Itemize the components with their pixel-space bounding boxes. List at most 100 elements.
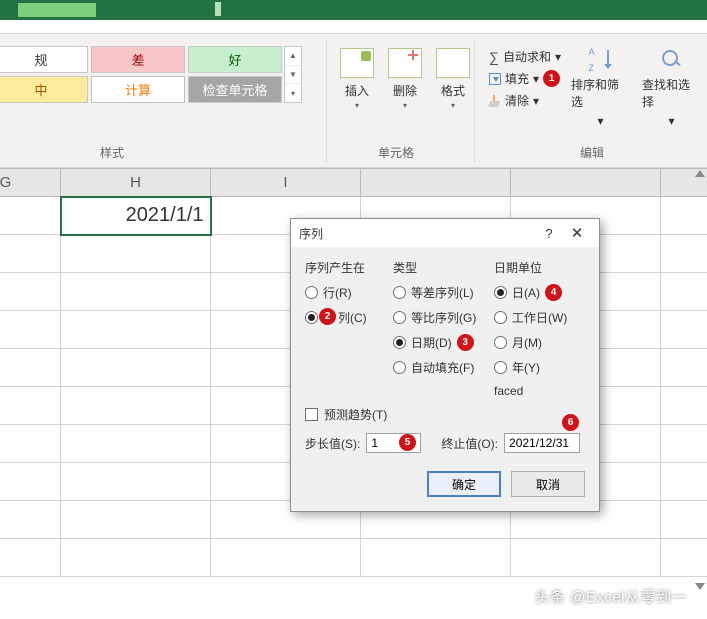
radio-icon — [393, 311, 406, 324]
ok-button[interactable]: 确定 — [427, 471, 501, 497]
radio-icon — [494, 361, 507, 374]
format-button[interactable]: 格式 ▾ — [432, 46, 474, 112]
clear-icon — [489, 95, 501, 107]
scroll-down-icon[interactable] — [695, 583, 705, 590]
radio-type-date[interactable]: 日期(D) 3 — [393, 334, 484, 351]
gallery-expand-icon[interactable]: ▾ — [285, 84, 301, 102]
style-normal[interactable]: 规 — [0, 46, 88, 73]
radio-label-month: 月(M) — [512, 334, 542, 351]
chevron-down-icon: ▾ — [451, 101, 455, 110]
style-good[interactable]: 好 — [188, 46, 282, 73]
gallery-down-icon[interactable]: ▼ — [285, 66, 301, 85]
col-header-blank1[interactable] — [361, 169, 511, 197]
fill-button[interactable]: 填充 ▾ 1 — [489, 70, 561, 87]
find-select-button[interactable]: 查找和选择 ▾ — [636, 46, 707, 130]
title-greenbox — [18, 3, 96, 17]
group-label-editing: 编辑 — [580, 144, 604, 161]
radio-dateunit-weekday[interactable]: 工作日(W) — [494, 309, 585, 326]
series-dialog: 序列 ? ✕ 序列产生在 行(R) 2 列(C) 类型 — [290, 218, 600, 512]
radio-label-day: 日(A) — [512, 284, 540, 301]
vertical-scrollbar[interactable] — [693, 170, 707, 590]
col-header-h[interactable]: H — [61, 169, 211, 197]
find-select-label: 查找和选择 — [642, 76, 701, 110]
radio-icon — [393, 286, 406, 299]
close-button[interactable]: ✕ — [563, 224, 591, 242]
style-checkcell[interactable]: 检查单元格 — [188, 76, 282, 103]
chevron-down-icon: ▾ — [668, 114, 674, 128]
radio-icon — [305, 286, 318, 299]
insert-label: 插入 — [345, 82, 369, 99]
radio-row-produce[interactable]: 行(R) — [305, 284, 383, 301]
radio-label-geo: 等比序列(G) — [411, 309, 476, 326]
col-header-g[interactable]: G — [0, 169, 61, 197]
scroll-up-icon[interactable] — [695, 170, 705, 177]
style-gallery[interactable]: 规 差 好 中 计算 检查单元格 — [0, 46, 282, 103]
dialog-titlebar[interactable]: 序列 ? ✕ — [291, 219, 599, 247]
title-midmark — [215, 2, 221, 16]
title-bar — [0, 0, 707, 20]
end-value-input[interactable] — [504, 433, 580, 453]
style-bad[interactable]: 差 — [91, 46, 185, 73]
annotation-badge-6: 6 — [562, 414, 579, 431]
delete-button[interactable]: 删除 ▾ — [384, 46, 426, 112]
radio-label-year: 年(Y) — [512, 359, 540, 376]
annotation-badge-2: 2 — [319, 308, 336, 325]
radio-dateunit-day[interactable]: 日(A) 4 — [494, 284, 585, 301]
editing-group: ∑ 自动求和 ▾ 填充 ▾ 1 清除 ▾ 排序和筛选 ▾ 查找和选择 — [485, 46, 707, 130]
insert-button[interactable]: 插入 ▾ — [336, 46, 378, 112]
radio-type-autofill[interactable]: 自动填充(F) — [393, 359, 484, 376]
dialog-title: 序列 — [299, 225, 323, 242]
trend-label: 预测趋势(T) — [324, 406, 387, 423]
chevron-down-icon: ▾ — [533, 94, 539, 108]
clear-label: 清除 — [505, 92, 529, 109]
radio-label-weekday: 工作日(W) — [512, 309, 567, 326]
radio-label-autofill: 自动填充(F) — [411, 359, 474, 376]
delete-label: 删除 — [393, 82, 417, 99]
format-label: 格式 — [441, 82, 465, 99]
radio-icon — [494, 311, 507, 324]
style-neutral[interactable]: 中 — [0, 76, 88, 103]
chevron-down-icon: ▾ — [355, 101, 359, 110]
ribbon: 规 差 好 中 计算 检查单元格 ▲ ▼ ▾ 样式 插入 ▾ 删除 ▾ 格式 ▾… — [0, 20, 707, 168]
group-label-cells: 单元格 — [378, 144, 414, 161]
radio-type-geo[interactable]: 等比序列(G) — [393, 309, 484, 326]
chevron-down-icon: ▾ — [533, 72, 539, 86]
annotation-badge-5: 5 — [399, 434, 416, 451]
sort-filter-button[interactable]: 排序和筛选 ▾ — [565, 46, 636, 130]
end-label: 终止值(O): — [441, 435, 498, 452]
clear-button[interactable]: 清除 ▾ — [489, 92, 561, 109]
sort-icon — [589, 48, 613, 72]
radio-label-row: 行(R) — [323, 284, 352, 301]
group-label-styles: 样式 — [100, 144, 124, 161]
produce-in-label: 序列产生在 — [305, 259, 383, 276]
insert-icon — [340, 48, 374, 78]
autosum-label: 自动求和 — [503, 48, 551, 65]
radio-label-col: 列(C) — [338, 309, 367, 326]
radio-type-arith[interactable]: 等差序列(L) — [393, 284, 484, 301]
type-label: 类型 — [393, 259, 484, 276]
style-calc[interactable]: 计算 — [91, 76, 185, 103]
trend-checkbox[interactable]: 预测趋势(T) — [305, 406, 585, 423]
radio-dateunit-month[interactable]: 月(M) — [494, 334, 585, 351]
active-cell[interactable]: 2021/1/1 — [61, 197, 211, 235]
radio-icon — [305, 311, 318, 324]
fill-label: 填充 — [505, 70, 529, 87]
radio-icon — [393, 336, 406, 349]
chevron-down-icon: ▾ — [598, 114, 604, 128]
col-header-i[interactable]: I — [211, 169, 361, 197]
radio-label-date: 日期(D) — [411, 334, 452, 351]
radio-dateunit-year[interactable]: 年(Y) — [494, 359, 585, 376]
annotation-badge-4: 4 — [545, 284, 562, 301]
help-button[interactable]: ? — [535, 226, 563, 241]
watermark: 头条 @Excel从零到一 — [534, 586, 687, 607]
radio-column-produce[interactable]: 2 列(C) — [305, 309, 383, 326]
col-header-blank2[interactable] — [511, 169, 661, 197]
gallery-up-icon[interactable]: ▲ — [285, 47, 301, 66]
cells-group: 插入 ▾ 删除 ▾ 格式 ▾ — [336, 46, 474, 112]
style-gallery-more[interactable]: ▲ ▼ ▾ — [284, 46, 302, 103]
sigma-icon: ∑ — [489, 51, 499, 63]
autosum-button[interactable]: ∑ 自动求和 ▾ — [489, 48, 561, 65]
checkbox-icon — [305, 408, 318, 421]
cancel-button[interactable]: 取消 — [511, 471, 585, 497]
find-icon — [660, 48, 684, 72]
